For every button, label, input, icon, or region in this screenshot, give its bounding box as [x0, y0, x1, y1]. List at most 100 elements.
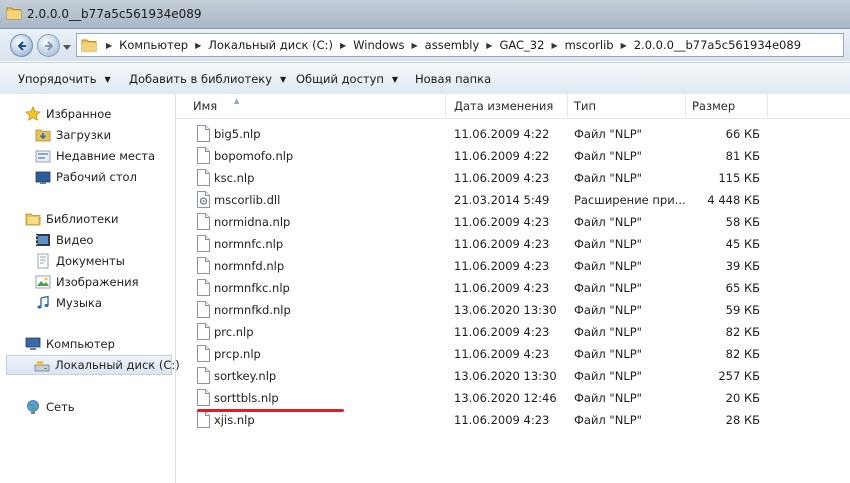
nav-computer-label: Компьютер	[46, 337, 115, 351]
breadcrumb-separator-icon[interactable]: ▶	[101, 41, 117, 50]
column-header-date[interactable]: Дата изменения	[448, 94, 568, 117]
file-icon	[197, 323, 210, 340]
file-name: prc.nlp	[214, 325, 254, 339]
history-dropdown-icon[interactable]	[63, 41, 71, 54]
nav-local-disk[interactable]: Локальный диск (C:)	[6, 355, 180, 375]
file-row[interactable]: sortkey.nlp 13.06.2020 13:30 Файл "NLP" 257…	[176, 365, 850, 387]
file-row[interactable]: ksc.nlp 11.06.2009 4:23 Файл "NLP" 115 КБ	[176, 167, 850, 189]
file-size: 257 КБ	[718, 369, 760, 383]
column-header-size[interactable]: Размер	[686, 94, 768, 117]
file-name: normnfd.nlp	[214, 259, 285, 273]
share-button[interactable]: Общий доступ ▼	[296, 72, 398, 86]
new-folder-button[interactable]: Новая папка	[415, 72, 491, 86]
back-button[interactable]	[10, 34, 33, 57]
file-type: Расширение при...	[574, 193, 686, 207]
address-bar[interactable]: ▶ Компьютер ▶ Локальный диск (C:) ▶ Wind…	[76, 33, 844, 57]
file-row[interactable]: bopomofo.nlp 11.06.2009 4:22 Файл "NLP" 81 …	[176, 145, 850, 167]
file-date: 13.06.2020 13:30	[454, 303, 557, 317]
file-row[interactable]: xjis.nlp 11.06.2009 4:23 Файл "NLP" 28 КБ	[176, 409, 850, 431]
breadcrumb-current-folder[interactable]: 2.0.0.0__b77a5c561934e089	[632, 38, 803, 52]
breadcrumb-gac32[interactable]: GAC_32	[497, 38, 546, 52]
nav-video[interactable]: Видео	[35, 230, 93, 250]
file-size: 82 КБ	[725, 347, 760, 361]
organize-button[interactable]: Упорядочить ▼	[18, 72, 111, 86]
breadcrumb-separator-icon[interactable]: ▶	[190, 41, 206, 50]
breadcrumb-assembly[interactable]: assembly	[423, 38, 482, 52]
nav-network[interactable]: Сеть	[25, 397, 75, 417]
file-type: Файл "NLP"	[574, 237, 642, 251]
nav-desktop[interactable]: Рабочий стол	[35, 167, 137, 187]
file-date: 11.06.2009 4:23	[454, 215, 550, 229]
file-date: 11.06.2009 4:23	[454, 281, 550, 295]
file-name: normnfkd.nlp	[214, 303, 291, 317]
file-size: 45 КБ	[725, 237, 760, 251]
breadcrumb-mscorlib[interactable]: mscorlib	[563, 38, 616, 52]
chevron-down-icon: ▼	[104, 75, 111, 84]
file-row[interactable]: prcp.nlp 11.06.2009 4:23 Файл "NLP" 82 КБ	[176, 343, 850, 365]
folder-icon	[81, 38, 97, 55]
breadcrumb-computer[interactable]: Компьютер	[117, 38, 190, 52]
file-row[interactable]: mscorlib.dll 21.03.2014 5:49 Расширение пр…	[176, 189, 850, 211]
breadcrumb-separator-icon[interactable]: ▶	[335, 41, 351, 50]
libraries-icon	[25, 211, 41, 227]
organize-label: Упорядочить	[18, 72, 97, 86]
file-size: 28 КБ	[725, 413, 760, 427]
video-icon	[35, 232, 51, 248]
file-size: 115 КБ	[718, 171, 760, 185]
file-date: 11.06.2009 4:22	[454, 149, 550, 163]
nav-computer[interactable]: Компьютер	[25, 334, 115, 354]
nav-favorites-label: Избранное	[46, 107, 112, 121]
new-folder-label: Новая папка	[415, 72, 492, 86]
star-icon	[25, 106, 41, 122]
nav-favorites[interactable]: Избранное	[25, 104, 111, 124]
file-icon	[197, 147, 210, 164]
file-type: Файл "NLP"	[574, 303, 642, 317]
file-icon	[197, 257, 210, 274]
column-header-name[interactable]: Имя ▲	[187, 94, 446, 117]
file-type: Файл "NLP"	[574, 281, 642, 295]
file-row[interactable]: normnfc.nlp 11.06.2009 4:23 Файл "NLP" 45 К…	[176, 233, 850, 255]
breadcrumb-local-disk[interactable]: Локальный диск (C:)	[206, 38, 335, 52]
file-row[interactable]: big5.nlp 11.06.2009 4:22 Файл "NLP" 66 КБ	[176, 123, 850, 145]
file-row[interactable]: sorttbls.nlp 13.06.2020 12:46 Файл "NLP" 20…	[176, 387, 850, 409]
breadcrumb-separator-icon[interactable]: ▶	[407, 41, 423, 50]
add-to-library-button[interactable]: Добавить в библиотеку ▼	[129, 72, 286, 86]
file-name: big5.nlp	[214, 127, 261, 141]
nav-local-disk-label: Локальный диск (C:)	[55, 358, 180, 372]
file-icon	[197, 169, 210, 186]
file-row[interactable]: prc.nlp 11.06.2009 4:23 Файл "NLP" 82 КБ	[176, 321, 850, 343]
nav-recent-places-label: Недавние места	[56, 149, 156, 163]
add-to-library-label: Добавить в библиотеку	[129, 72, 273, 86]
nav-documents[interactable]: Документы	[35, 251, 125, 271]
forward-button[interactable]	[37, 34, 60, 57]
breadcrumb-separator-icon[interactable]: ▶	[616, 41, 632, 50]
column-header-type[interactable]: Тип	[568, 94, 686, 117]
file-date: 21.03.2014 5:49	[454, 193, 550, 207]
annotation-underline	[197, 409, 344, 412]
file-row[interactable]: normnfkc.nlp 11.06.2009 4:23 Файл "NLP" 65 …	[176, 277, 850, 299]
breadcrumb-windows[interactable]: Windows	[351, 38, 406, 52]
nav-images[interactable]: Изображения	[35, 272, 139, 292]
file-size: 66 КБ	[725, 127, 760, 141]
nav-libraries[interactable]: Библиотеки	[25, 209, 119, 229]
nav-images-label: Изображения	[56, 275, 139, 289]
file-type: Файл "NLP"	[574, 149, 642, 163]
downloads-folder-icon	[35, 127, 51, 143]
file-row[interactable]: normnfkd.nlp 13.06.2020 13:30 Файл "NLP" 59…	[176, 299, 850, 321]
arrow-right-icon	[44, 40, 53, 51]
breadcrumb-separator-icon[interactable]: ▶	[546, 41, 562, 50]
file-date: 11.06.2009 4:22	[454, 127, 550, 141]
file-date: 11.06.2009 4:23	[454, 325, 550, 339]
nav-recent-places[interactable]: Недавние места	[35, 146, 155, 166]
file-icon	[197, 213, 210, 230]
file-icon	[197, 125, 210, 142]
file-row[interactable]: normidna.nlp 11.06.2009 4:23 Файл "NLP" 58 …	[176, 211, 850, 233]
nav-network-label: Сеть	[46, 400, 75, 414]
file-row[interactable]: normnfd.nlp 11.06.2009 4:23 Файл "NLP" 39 К…	[176, 255, 850, 277]
nav-downloads[interactable]: Загрузки	[35, 125, 111, 145]
nav-music[interactable]: Музыка	[35, 293, 102, 313]
breadcrumb-separator-icon[interactable]: ▶	[481, 41, 497, 50]
file-name: bopomofo.nlp	[214, 149, 294, 163]
file-name: normidna.nlp	[214, 215, 291, 229]
file-icon	[197, 235, 210, 252]
